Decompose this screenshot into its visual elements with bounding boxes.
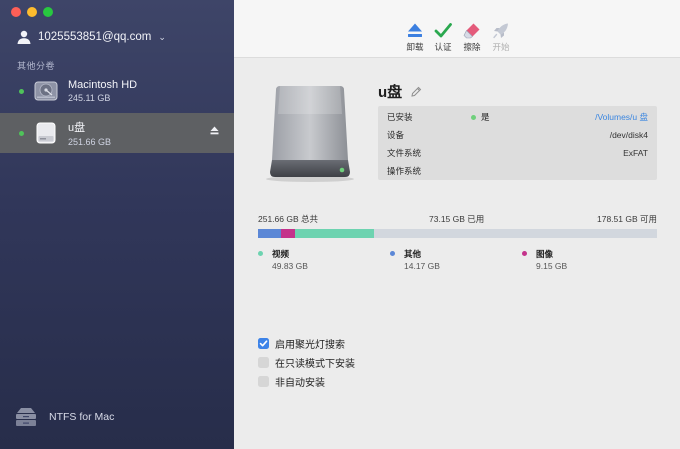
disk-title: u盘 bbox=[378, 81, 422, 102]
usage-segment bbox=[258, 229, 281, 238]
unmount-label: 卸载 bbox=[406, 42, 424, 52]
eject-icon bbox=[408, 23, 422, 37]
erase-label: 擦除 bbox=[463, 42, 481, 52]
legend-dot bbox=[258, 251, 263, 256]
info-row-os: 操作系统 bbox=[387, 162, 648, 180]
no-automount-checkbox[interactable] bbox=[258, 375, 269, 387]
legend-value: 49.83 GB bbox=[272, 261, 308, 271]
legend-dot bbox=[390, 251, 395, 256]
eraser-icon bbox=[463, 23, 480, 39]
option-read-only[interactable]: 在只读模式下安装 bbox=[258, 355, 355, 370]
zoom-window-button[interactable] bbox=[43, 7, 53, 17]
mounted-status-dot bbox=[19, 88, 24, 94]
app-brand: NTFS for Mac bbox=[15, 407, 114, 427]
mounted-status-text: 是 bbox=[481, 112, 490, 122]
legend-value: 9.15 GB bbox=[536, 261, 568, 271]
account-email: 1025553851@qq.com bbox=[38, 31, 152, 43]
info-value: /dev/disk4 bbox=[609, 130, 648, 140]
volume-name: u盘 bbox=[68, 122, 86, 134]
info-label: 文件系统 bbox=[387, 148, 422, 158]
start-label: 开始 bbox=[492, 42, 510, 52]
status-dot bbox=[471, 114, 476, 120]
window-controls bbox=[11, 7, 53, 17]
toolbar: 卸载 认证 擦除 开始 bbox=[234, 0, 680, 58]
sidebar-item-u-disk[interactable]: u盘 251.66 GB bbox=[0, 113, 234, 153]
external-drive-icon bbox=[36, 122, 56, 144]
sidebar-item-macintosh-hd[interactable]: Macintosh HD 245.11 GB bbox=[0, 71, 234, 111]
checkmark-icon bbox=[259, 339, 268, 346]
minimize-window-button[interactable] bbox=[27, 7, 37, 17]
mounted-status: 是 bbox=[471, 111, 490, 123]
unmount-button[interactable]: 卸载 bbox=[400, 22, 430, 53]
external-drive-icon bbox=[266, 86, 354, 182]
capacity-total: 251.66 GB 总共 bbox=[258, 214, 319, 224]
info-label: 设备 bbox=[387, 130, 405, 140]
brand-name: NTFS for Mac bbox=[49, 411, 115, 423]
start-button[interactable]: 开始 bbox=[486, 22, 516, 53]
usage-bar bbox=[258, 229, 657, 238]
eject-icon[interactable] bbox=[210, 126, 219, 135]
checkmark-icon bbox=[434, 23, 452, 38]
read-only-checkbox[interactable] bbox=[258, 356, 269, 368]
capacity-used: 73.15 GB 已用 bbox=[429, 214, 485, 224]
internal-disk-icon bbox=[34, 81, 58, 101]
usage-segment bbox=[295, 229, 374, 238]
disk-name: u盘 bbox=[378, 84, 403, 101]
ntfs-logo-icon bbox=[16, 408, 36, 426]
account-menu[interactable]: 1025553851@qq.com ⌄ bbox=[16, 29, 166, 45]
legend-name: 图像 bbox=[536, 249, 554, 259]
pencil-icon[interactable] bbox=[410, 86, 422, 98]
legend-dot bbox=[522, 251, 527, 256]
disk-info-panel: 已安装 是 /Volumes/u 盘 设备 /dev/disk4 文件系统 Ex… bbox=[378, 106, 657, 180]
erase-button[interactable]: 擦除 bbox=[457, 22, 487, 53]
rocket-icon bbox=[493, 23, 508, 39]
main-panel: 卸载 认证 擦除 开始 u盘 已安装 是 /Volumes/u 盘 设备 /de… bbox=[234, 0, 680, 449]
info-value: ExFAT bbox=[623, 148, 648, 158]
close-window-button[interactable] bbox=[11, 7, 21, 17]
option-no-automount[interactable]: 非自动安装 bbox=[258, 374, 325, 389]
verify-label: 认证 bbox=[434, 42, 452, 52]
info-row-mounted: 已安装 是 /Volumes/u 盘 bbox=[387, 108, 648, 126]
info-label: 已安装 bbox=[387, 112, 413, 122]
option-label: 启用聚光灯搜索 bbox=[275, 339, 345, 351]
mount-path-link[interactable]: /Volumes/u 盘 bbox=[595, 111, 648, 123]
volume-size: 245.11 GB bbox=[68, 93, 111, 103]
user-icon bbox=[17, 30, 31, 44]
option-label: 非自动安装 bbox=[275, 377, 325, 389]
volume-size: 251.66 GB bbox=[68, 137, 112, 147]
info-row-device: 设备 /dev/disk4 bbox=[387, 126, 648, 144]
legend-name: 其他 bbox=[404, 249, 422, 259]
chevron-down-icon: ⌄ bbox=[158, 31, 166, 42]
option-spotlight[interactable]: 启用聚光灯搜索 bbox=[258, 336, 345, 351]
info-label: 操作系统 bbox=[387, 166, 422, 176]
usage-segment bbox=[280, 229, 295, 238]
legend-value: 14.17 GB bbox=[404, 261, 440, 271]
mounted-status-dot bbox=[19, 130, 24, 136]
capacity-free: 178.51 GB 可用 bbox=[596, 214, 657, 224]
volume-name: Macintosh HD bbox=[68, 79, 138, 91]
info-row-filesystem: 文件系统 ExFAT bbox=[387, 144, 648, 162]
spotlight-checkbox[interactable] bbox=[258, 337, 269, 349]
verify-button[interactable]: 认证 bbox=[428, 22, 458, 53]
legend-name: 视频 bbox=[272, 249, 290, 259]
option-label: 在只读模式下安装 bbox=[275, 358, 355, 370]
sidebar: 1025553851@qq.com ⌄ 其他分卷 Macintosh HD 24… bbox=[0, 0, 234, 449]
